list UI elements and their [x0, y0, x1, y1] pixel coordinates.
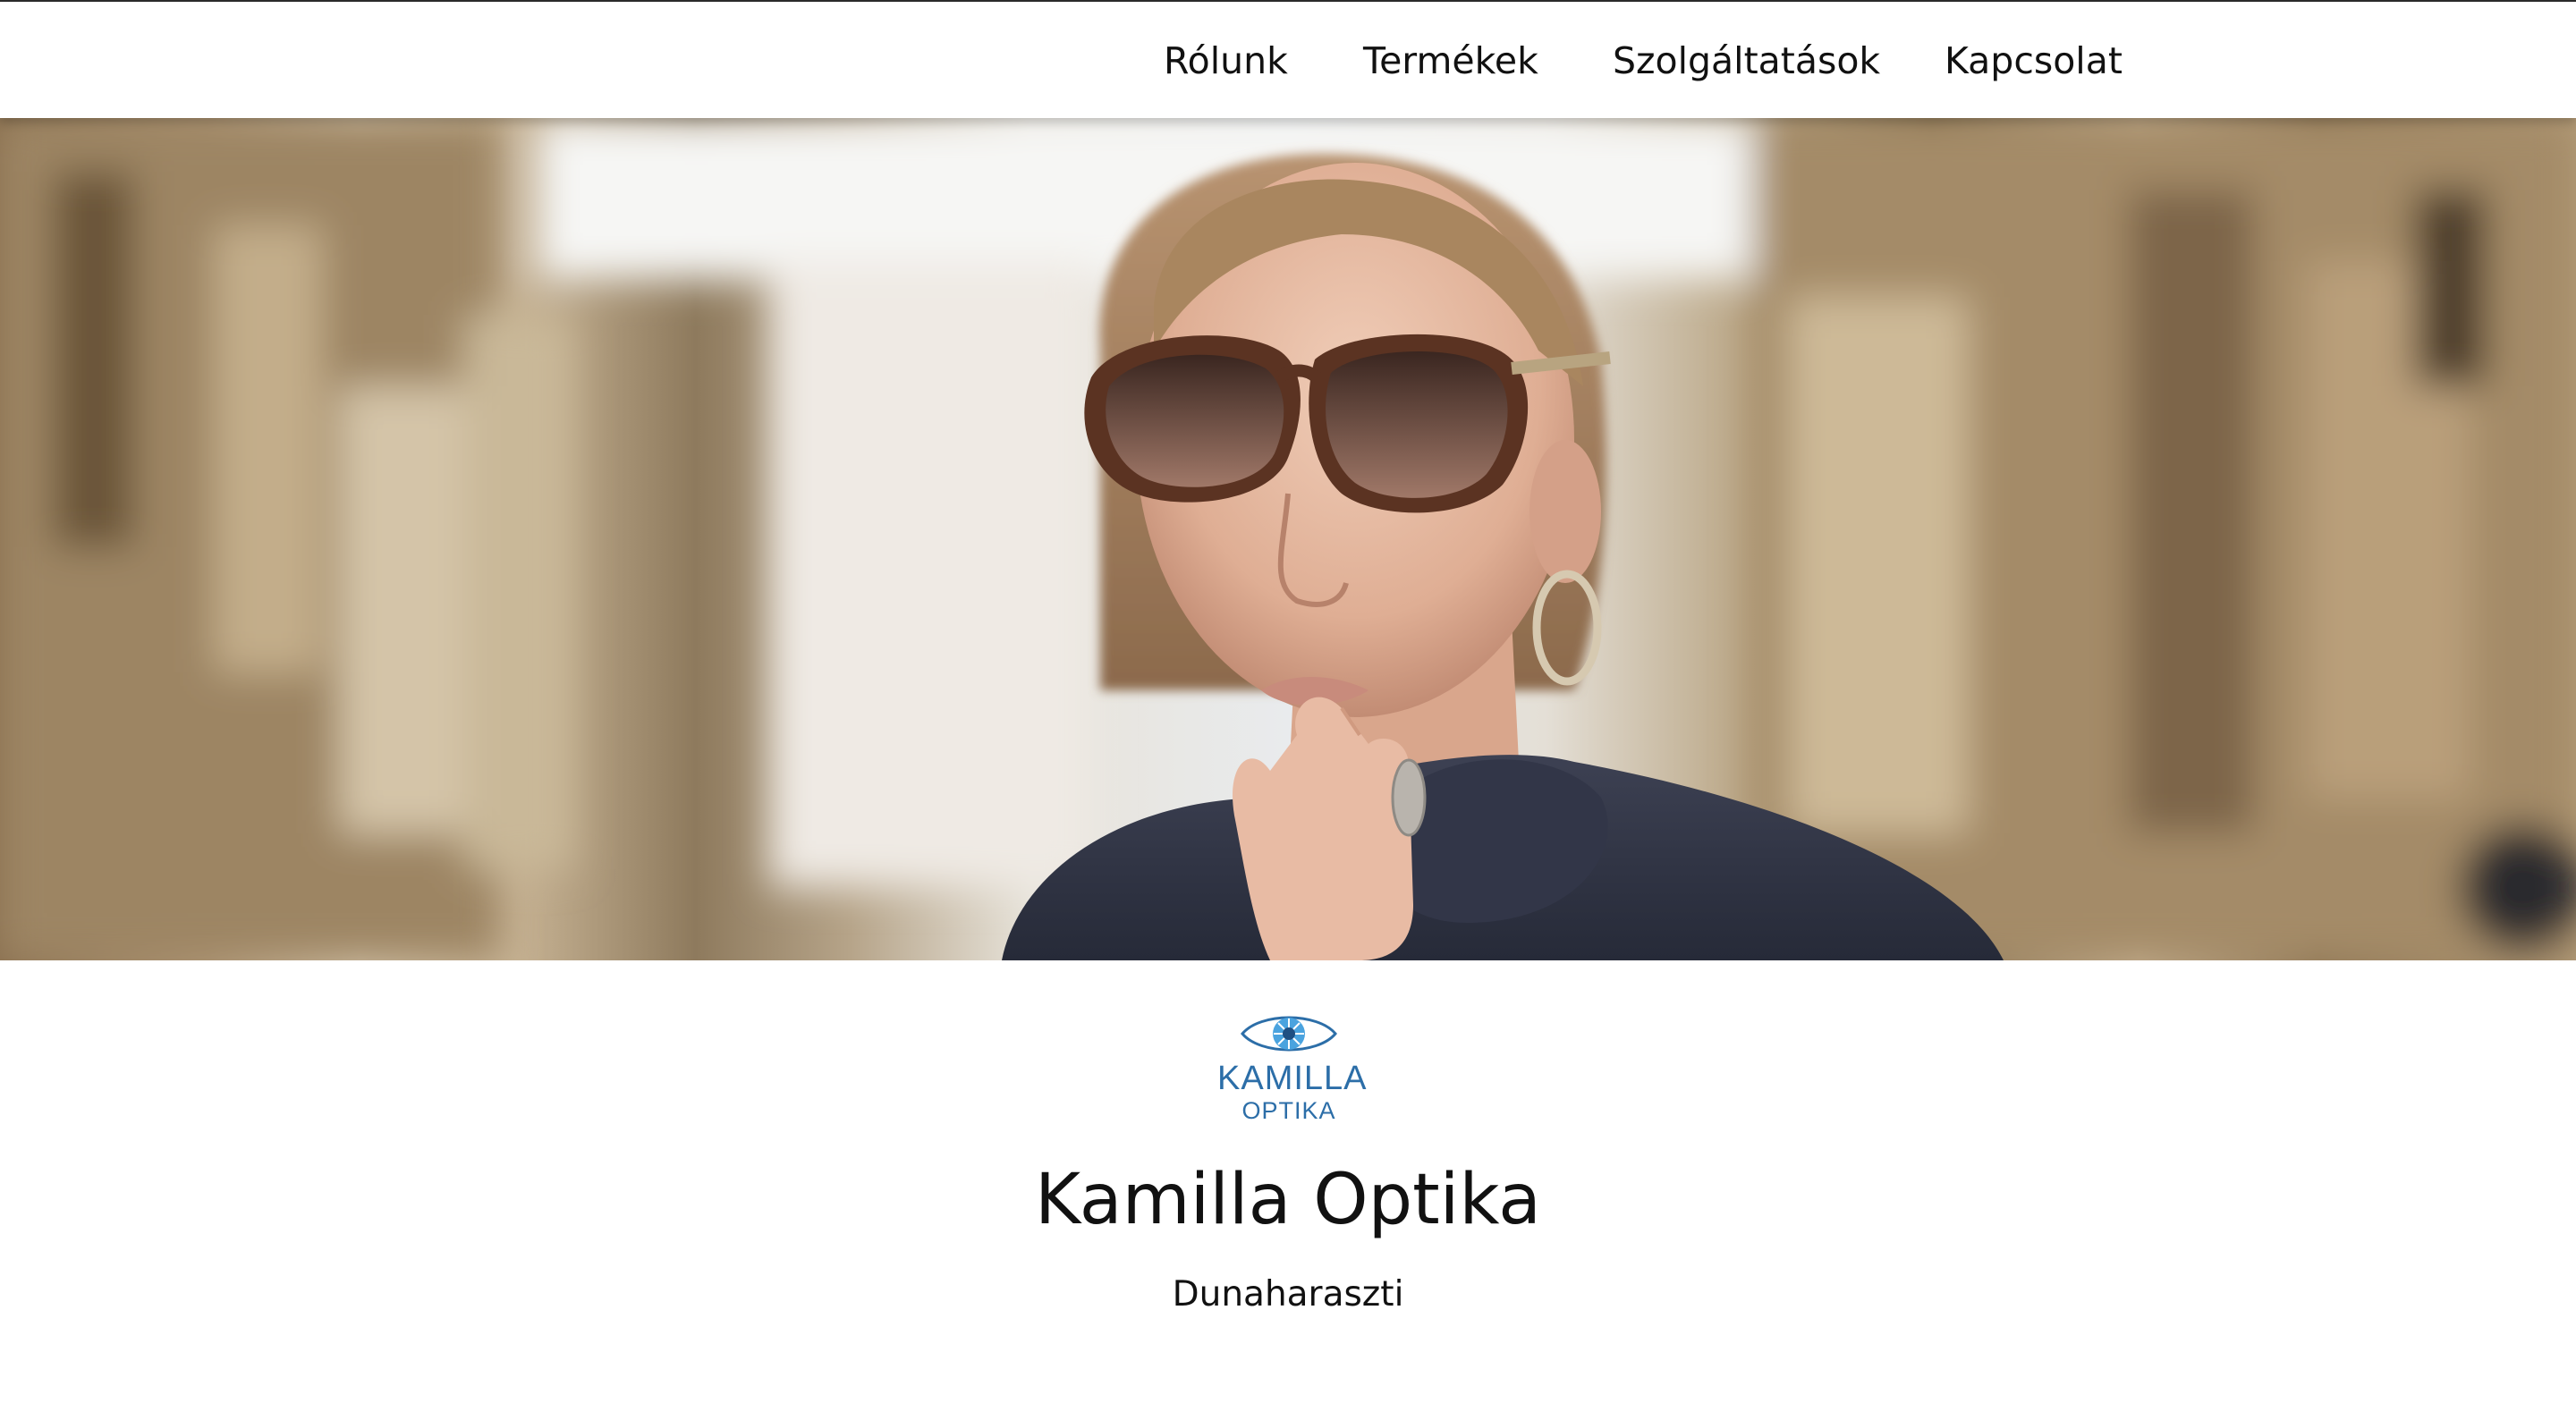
logo-sub-wordmark: OPTIKA [1241, 1097, 1336, 1124]
nav-item-termekek[interactable]: Termékek [1363, 36, 1538, 86]
woman-sunglasses-photo-icon [0, 118, 2576, 960]
page-title: Kamilla Optika [1035, 1160, 1541, 1240]
nav-item-rolunk[interactable]: Rólunk [1164, 36, 1288, 86]
kamilla-optika-logo: KAMILLA OPTIKA [1217, 1007, 1368, 1128]
hero-image [0, 118, 2576, 960]
main-navigation: Rólunk Termékek Szolgáltatások Kapcsolat [0, 2, 2576, 118]
nav-item-kapcsolat[interactable]: Kapcsolat [1945, 36, 2123, 86]
logo-wordmark: KAMILLA [1217, 1060, 1368, 1097]
page-subtitle: Dunaharaszti [1172, 1274, 1404, 1314]
eye-logo-icon [1241, 1016, 1337, 1052]
nav-item-szolgaltatasok[interactable]: Szolgáltatások [1613, 36, 1880, 86]
